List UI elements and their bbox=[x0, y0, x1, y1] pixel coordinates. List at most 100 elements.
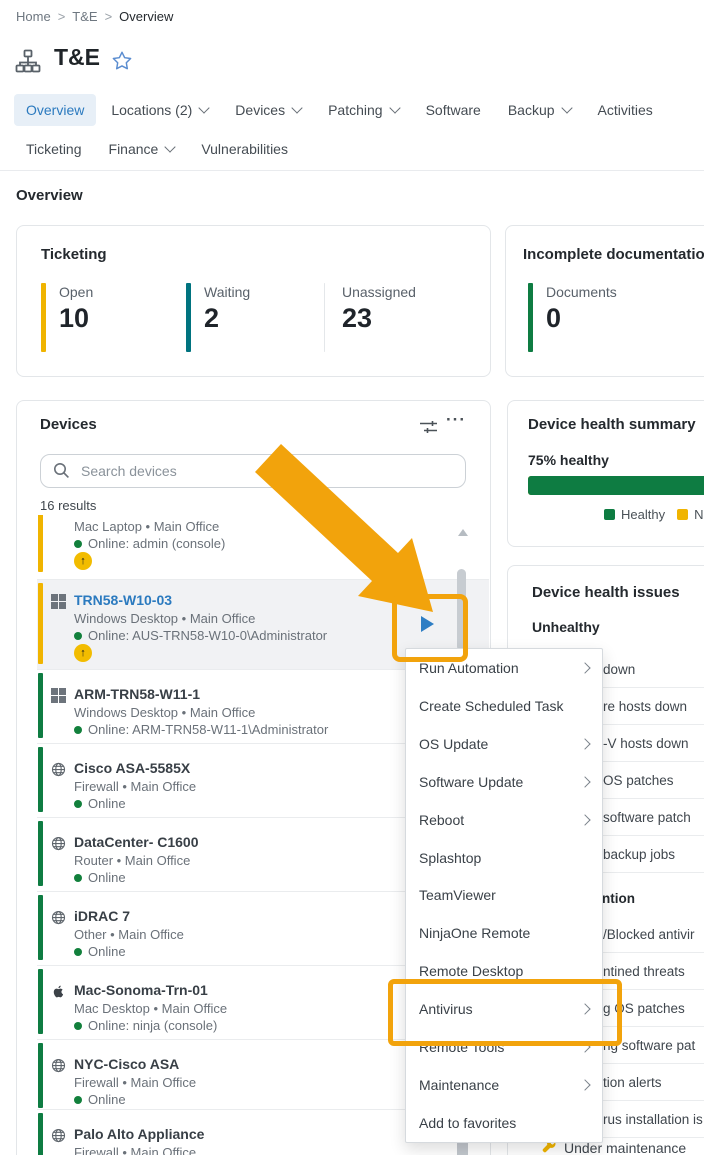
menu-item-label: Create Scheduled Task bbox=[419, 698, 589, 714]
scrollbar-up-arrow[interactable] bbox=[458, 529, 468, 536]
more-options-icon[interactable]: ··· bbox=[446, 410, 466, 430]
tabs-row-2: Ticketing FinanceVulnerabilities bbox=[14, 133, 300, 165]
device-type-location: Windows Desktop • Main Office bbox=[74, 705, 255, 720]
menu-item-ninjaone-remote[interactable]: NinjaOne Remote bbox=[406, 914, 602, 952]
tab-label: Ticketing bbox=[26, 141, 82, 157]
menu-item-teamviewer[interactable]: TeamViewer bbox=[406, 877, 602, 915]
stat-unassigned: Unassigned23 bbox=[324, 282, 464, 354]
stat-label: Open bbox=[59, 284, 93, 300]
menu-item-remote-tools[interactable]: Remote Tools bbox=[406, 1028, 602, 1066]
pending-reboot-badge: ↑ bbox=[74, 644, 92, 662]
health-issue-item: ntined threats bbox=[603, 964, 685, 979]
menu-item-create-scheduled-task[interactable]: Create Scheduled Task bbox=[406, 687, 602, 725]
filter-icon[interactable] bbox=[419, 419, 438, 440]
device-name[interactable]: DataCenter- C1600 bbox=[74, 834, 199, 850]
chevron-down-icon bbox=[389, 102, 400, 113]
device-name[interactable]: NYC-Cisco ASA bbox=[74, 1056, 179, 1072]
breadcrumb-item-home[interactable]: Home bbox=[16, 9, 51, 24]
device-status: Online bbox=[74, 870, 126, 885]
submenu-chevron-icon bbox=[579, 814, 590, 825]
submenu-chevron-icon bbox=[579, 1079, 590, 1090]
device-name[interactable]: Cisco ASA-5585X bbox=[74, 760, 190, 776]
device-name[interactable]: ARM-TRN58-W11-1 bbox=[74, 686, 200, 702]
tab-vulnerabilities[interactable]: Vulnerabilities bbox=[189, 133, 300, 165]
breadcrumb: Home > T&E > Overview bbox=[16, 9, 173, 24]
health-issue-item: down bbox=[603, 662, 635, 677]
menu-item-maintenance[interactable]: Maintenance bbox=[406, 1066, 602, 1104]
menu-item-antivirus[interactable]: Antivirus bbox=[406, 990, 602, 1028]
legend-label: Healthy bbox=[621, 507, 665, 522]
device-type-location: Firewall • Main Office bbox=[74, 779, 196, 794]
breadcrumb-separator: > bbox=[58, 9, 66, 24]
device-type-location: Router • Main Office bbox=[74, 853, 190, 868]
device-status-bar bbox=[38, 515, 43, 572]
search-input[interactable] bbox=[40, 454, 466, 488]
health-issue-item: /Blocked antivir bbox=[603, 927, 695, 942]
device-context-menu: Run Automation Create Scheduled Task OS Up… bbox=[405, 648, 603, 1143]
tab-software[interactable]: Software bbox=[414, 94, 493, 126]
health-issue-item: OS patches bbox=[603, 773, 674, 788]
tab-label: Locations (2) bbox=[111, 102, 192, 118]
device-status: Online: AUS-TRN58-W10-0\Administrator bbox=[74, 628, 327, 643]
tab-locations-2[interactable]: Locations (2) bbox=[99, 94, 220, 126]
device-name[interactable]: Palo Alto Appliance bbox=[74, 1126, 204, 1142]
tab-activities[interactable]: Activities bbox=[586, 94, 665, 126]
menu-item-reboot[interactable]: Reboot bbox=[406, 801, 602, 839]
submenu-chevron-icon bbox=[579, 776, 590, 787]
stat-waiting: Waiting2 bbox=[186, 282, 326, 354]
device-type-location: Mac Laptop • Main Office bbox=[74, 519, 219, 534]
device-status-bar bbox=[38, 1043, 43, 1108]
device-status: Online: admin (console) bbox=[74, 536, 225, 551]
breadcrumb-item-t-e[interactable]: T&E bbox=[72, 9, 97, 24]
globe-icon bbox=[51, 1058, 66, 1073]
globe-icon bbox=[51, 836, 66, 851]
tab-devices[interactable]: Devices bbox=[223, 94, 313, 126]
play-icon bbox=[421, 616, 434, 632]
menu-item-software-update[interactable]: Software Update bbox=[406, 763, 602, 801]
menu-item-label: Antivirus bbox=[419, 1001, 581, 1017]
device-name[interactable]: TRN58-W10-03 bbox=[74, 592, 172, 608]
breadcrumb-item-overview[interactable]: Overview bbox=[119, 9, 173, 24]
device-row[interactable]: Mac Laptop • Main Office Online: admin (c… bbox=[37, 515, 489, 578]
documentation-card-title: Incomplete documentation bbox=[523, 246, 704, 263]
tab-backup[interactable]: Backup bbox=[496, 94, 583, 126]
scrollbar-thumb[interactable] bbox=[457, 569, 466, 651]
menu-item-os-update[interactable]: OS Update bbox=[406, 725, 602, 763]
tab-overview[interactable]: Overview bbox=[14, 94, 96, 126]
menu-item-run-automation[interactable]: Run Automation bbox=[406, 649, 602, 687]
section-title: Overview bbox=[16, 187, 83, 204]
tab-patching[interactable]: Patching bbox=[316, 94, 410, 126]
search-icon bbox=[53, 462, 70, 484]
favorite-star-icon[interactable] bbox=[111, 50, 133, 77]
submenu-chevron-icon bbox=[579, 1042, 590, 1053]
tab-finance[interactable]: Finance bbox=[97, 133, 187, 165]
health-issue-item: ng software pat bbox=[603, 1038, 695, 1053]
stat-documents: Documents0 bbox=[528, 282, 668, 354]
health-issue-item: backup jobs bbox=[603, 847, 675, 862]
device-name[interactable]: iDRAC 7 bbox=[74, 908, 130, 924]
menu-item-add-to-favorites[interactable]: Add to favorites bbox=[406, 1104, 602, 1142]
menu-item-label: OS Update bbox=[419, 736, 581, 752]
online-dot bbox=[74, 632, 82, 640]
device-type-location: Windows Desktop • Main Office bbox=[74, 611, 255, 626]
device-name[interactable]: Mac-Sonoma-Trn-01 bbox=[74, 982, 208, 998]
health-issue-item: g OS patches bbox=[603, 1001, 685, 1016]
menu-item-splashtop[interactable]: Splashtop bbox=[406, 839, 602, 877]
online-dot bbox=[74, 948, 82, 956]
chevron-down-icon bbox=[291, 102, 302, 113]
tab-ticketing[interactable]: Ticketing bbox=[14, 133, 94, 165]
device-status-bar bbox=[38, 821, 43, 886]
unhealthy-group-header: Unhealthy bbox=[532, 619, 600, 635]
menu-item-remote-desktop[interactable]: Remote Desktop bbox=[406, 952, 602, 990]
scrollbar-bottom[interactable] bbox=[457, 1143, 468, 1155]
chevron-down-icon bbox=[199, 102, 210, 113]
device-search bbox=[40, 454, 466, 488]
device-type-location: Other • Main Office bbox=[74, 927, 184, 942]
device-status-text: Online: ARM-TRN58-W11-1\Administrator bbox=[88, 722, 328, 737]
health-legend: HealthyNeeds attention bbox=[604, 507, 704, 522]
ticketing-card-title: Ticketing bbox=[41, 246, 107, 263]
breadcrumb-separator: > bbox=[105, 9, 113, 24]
legend-swatch bbox=[604, 509, 615, 520]
play-button[interactable] bbox=[409, 606, 445, 642]
stat-color-bar bbox=[41, 283, 46, 352]
